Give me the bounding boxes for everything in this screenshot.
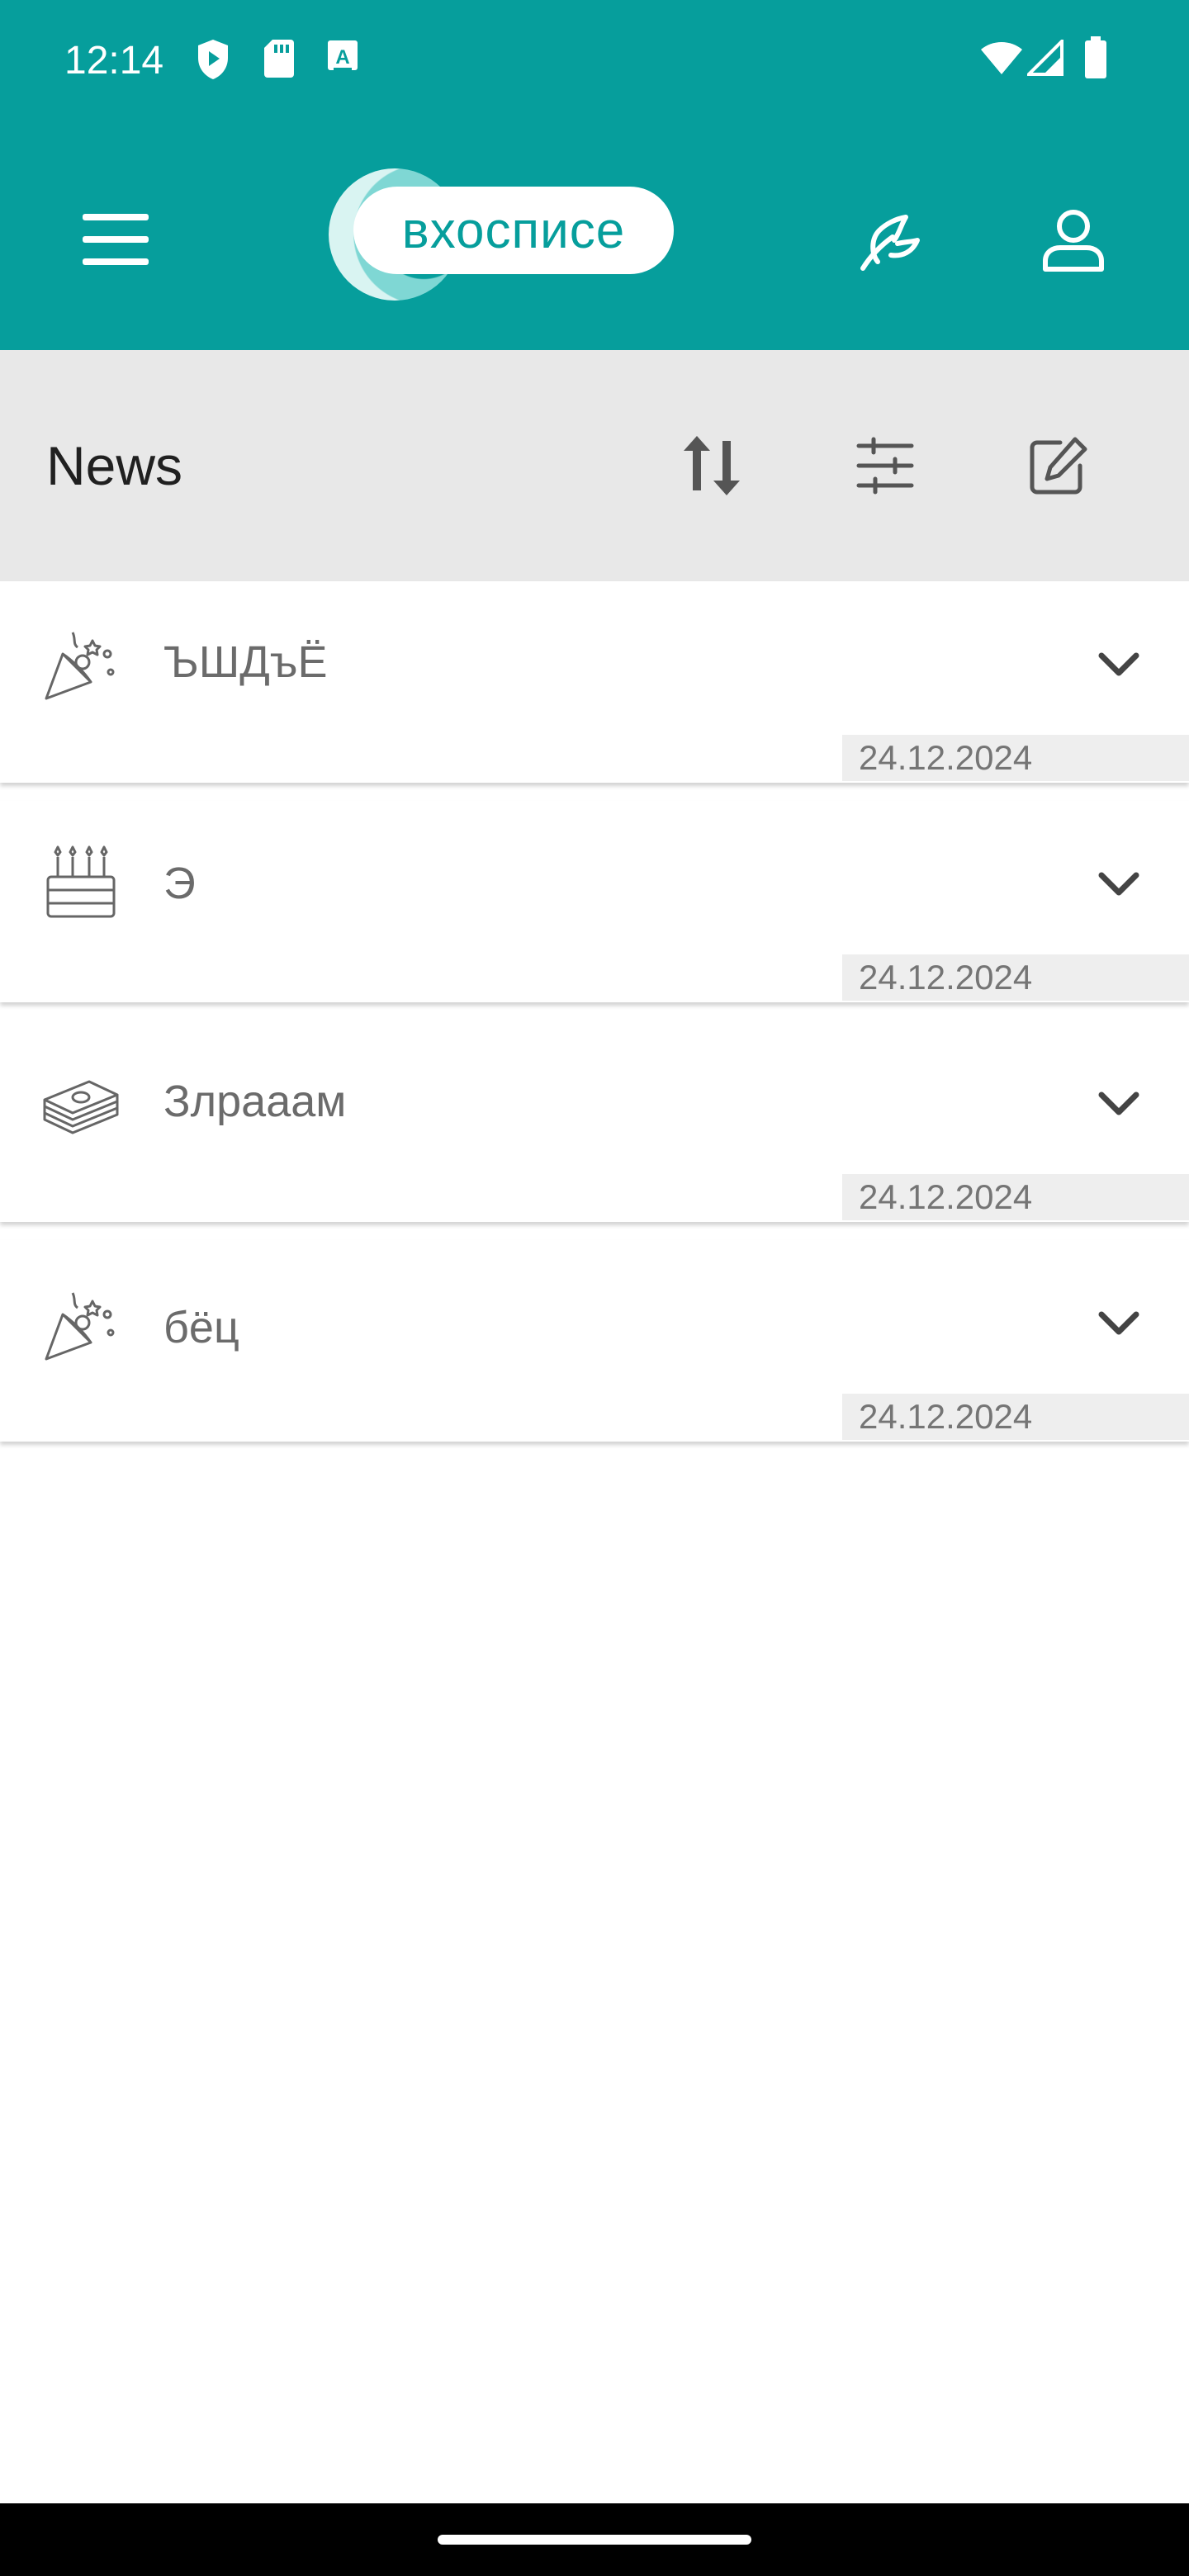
party-popper-icon [45,632,115,700]
news-item[interactable]: ЪШДъЁ 24.12.2024 [0,581,1189,783]
menu-icon [83,214,149,265]
edit-icon [1030,437,1087,495]
shield-play-icon [198,40,228,79]
filter-sliders-icon [856,437,914,495]
wifi-icon [981,42,1022,74]
money-stack-icon [43,1080,119,1134]
news-title: ЪШДъЁ [163,637,328,687]
feather-icon [860,215,920,271]
top-header: 12:14 A вхосписе [0,0,1189,350]
news-title: бёц [163,1303,239,1352]
cell-signal-icon [1027,40,1063,76]
logo-text: вхосписе [353,187,674,274]
status-bar: 12:14 A [0,0,1189,124]
feather-button[interactable] [846,195,935,284]
news-date: 24.12.2024 [842,954,1189,1001]
news-item[interactable]: бёц 24.12.2024 [0,1240,1189,1442]
sd-card-icon [264,40,294,78]
birthday-cake-icon [46,845,116,918]
page-title: News [46,435,183,496]
home-gesture-handle[interactable] [438,2535,751,2545]
profile-icon [1043,210,1104,272]
chevron-down-icon[interactable] [1090,636,1148,694]
sort-button[interactable] [670,424,753,507]
filter-button[interactable] [844,424,926,507]
app-bar: вхосписе [0,124,1189,350]
party-popper-icon [45,1292,115,1361]
chevron-down-icon[interactable] [1090,1075,1148,1133]
news-date: 24.12.2024 [842,735,1189,781]
menu-button[interactable] [66,198,165,281]
news-item[interactable]: Злрааам 24.12.2024 [0,1020,1189,1222]
news-date: 24.12.2024 [842,1394,1189,1440]
chevron-down-icon[interactable] [1090,855,1148,913]
profile-button[interactable] [1032,195,1115,284]
status-time: 12:14 [64,39,164,83]
battery-icon [1085,36,1106,78]
system-nav-bar [0,2503,1189,2576]
svg-text:A: A [335,46,349,69]
sort-icon [684,436,740,495]
news-title: Злрааам [163,1077,347,1126]
news-title: Э [163,859,196,908]
a-badge-icon: A [328,40,358,70]
news-date: 24.12.2024 [842,1174,1189,1220]
edit-button[interactable] [1017,424,1100,507]
news-item[interactable]: Э 24.12.2024 [0,801,1189,1002]
chevron-down-icon[interactable] [1090,1295,1148,1352]
app-logo[interactable]: вхосписе [329,168,675,301]
section-header: News [0,350,1189,581]
